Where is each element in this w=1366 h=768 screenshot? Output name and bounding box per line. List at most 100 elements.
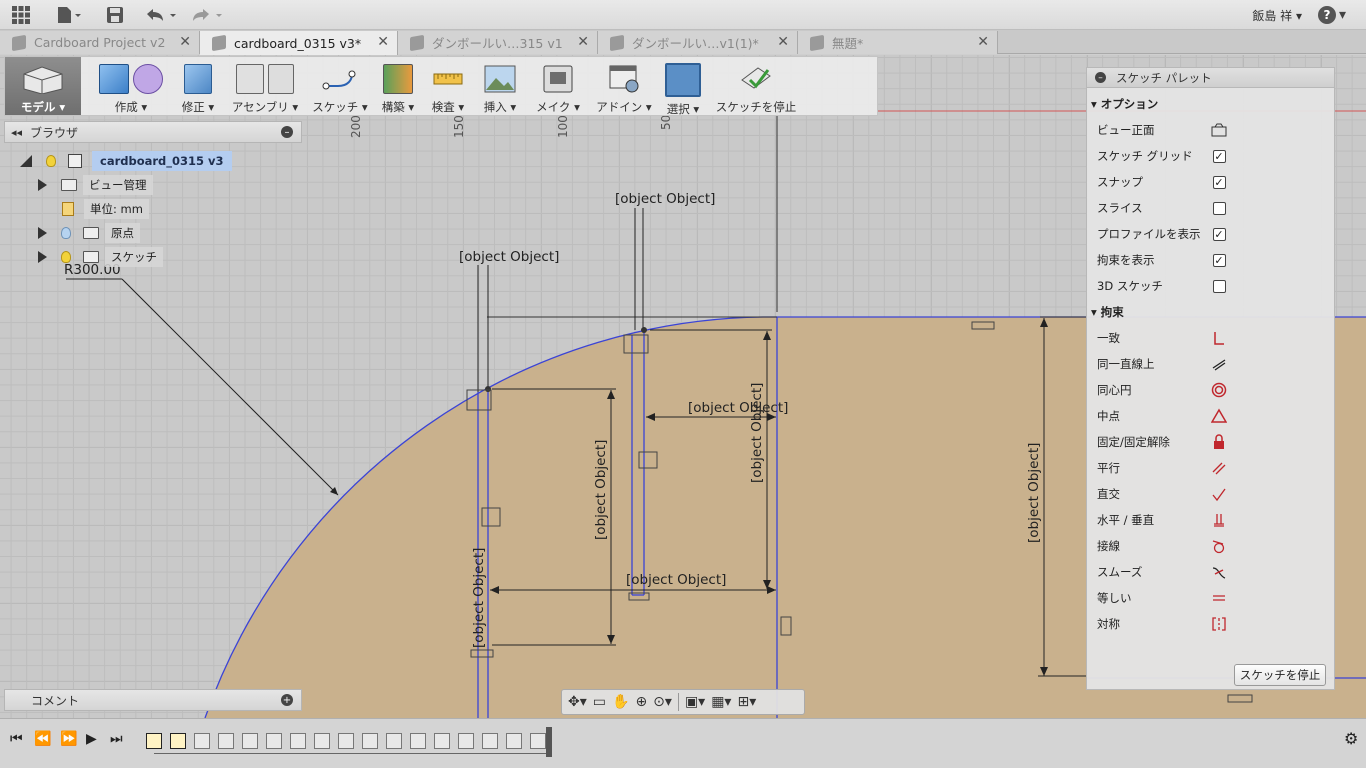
settings-gear-icon[interactable]: ⚙ bbox=[1344, 729, 1358, 748]
sketch-grid-checkbox[interactable]: ✓ bbox=[1212, 149, 1226, 163]
constraint-concentric[interactable]: 同心円 bbox=[1097, 377, 1325, 403]
option-show-profile[interactable]: プロファイルを表示 ✓ bbox=[1097, 221, 1325, 247]
tab-danboru-2[interactable]: ダンボールい…v1(1)* ✕ bbox=[598, 31, 798, 54]
expand-icon[interactable] bbox=[38, 227, 47, 239]
comment-panel-header[interactable]: コメント + bbox=[4, 689, 302, 711]
option-view-front[interactable]: ビュー正面 bbox=[1097, 117, 1325, 143]
inspect-menu[interactable]: 検査 ▾ bbox=[423, 57, 473, 115]
constraint-tangent[interactable]: 接線 bbox=[1097, 533, 1325, 559]
symmetry-icon[interactable] bbox=[1211, 616, 1227, 632]
file-icon[interactable] bbox=[54, 4, 84, 26]
timeline-sketch-icon[interactable] bbox=[146, 733, 162, 749]
lock-icon[interactable] bbox=[1211, 434, 1227, 450]
constraint-perpendicular[interactable]: 直交 bbox=[1097, 481, 1325, 507]
expand-icon[interactable] bbox=[38, 179, 47, 191]
tab-cardboard-0315[interactable]: cardboard_0315 v3* ✕ bbox=[200, 31, 398, 55]
tab-cardboard-project[interactable]: Cardboard Project v2 ✕ bbox=[0, 31, 200, 54]
timeline-feature-icon[interactable] bbox=[266, 733, 282, 749]
close-icon[interactable]: ✕ bbox=[377, 34, 389, 50]
option-3d-sketch[interactable]: 3D スケッチ bbox=[1097, 273, 1325, 299]
timeline-feature-icon[interactable] bbox=[314, 733, 330, 749]
3d-sketch-checkbox[interactable] bbox=[1212, 279, 1226, 293]
collapse-icon[interactable]: ◂◂ bbox=[11, 126, 22, 139]
timeline-feature-icon[interactable] bbox=[242, 733, 258, 749]
browser-item-origin[interactable]: 原点 bbox=[38, 222, 140, 244]
tab-danboru-1[interactable]: ダンボールい…315 v1 ✕ bbox=[398, 31, 598, 54]
constraint-parallel[interactable]: 平行 bbox=[1097, 455, 1325, 481]
timeline-feature-icon[interactable] bbox=[530, 733, 546, 749]
timeline-feature-icon[interactable] bbox=[434, 733, 450, 749]
select-menu[interactable]: 選択 ▾ bbox=[659, 57, 707, 116]
options-section[interactable]: ▾ オプション bbox=[1091, 91, 1319, 117]
browser-item-view[interactable]: ビュー管理 bbox=[38, 174, 153, 196]
fit-icon[interactable]: ⊙▾ bbox=[653, 694, 672, 710]
modify-menu[interactable]: 修正 ▾ bbox=[173, 57, 223, 115]
show-profile-checkbox[interactable]: ✓ bbox=[1212, 227, 1226, 241]
grid-icon[interactable] bbox=[10, 4, 32, 26]
timeline-feature-icon[interactable] bbox=[458, 733, 474, 749]
perpendicular-icon[interactable] bbox=[1211, 486, 1227, 502]
visibility-bulb-icon[interactable] bbox=[46, 155, 56, 167]
browser-item-units[interactable]: 単位: mm bbox=[62, 198, 149, 220]
redo-icon[interactable] bbox=[190, 4, 224, 26]
minus-icon[interactable]: – bbox=[281, 126, 293, 138]
browser-item-sketches[interactable]: スケッチ bbox=[38, 246, 163, 268]
view-front-icon[interactable] bbox=[1211, 122, 1227, 138]
go-to-end-icon[interactable]: ⏭ bbox=[110, 731, 123, 747]
stop-sketch-button[interactable]: スケッチを停止 bbox=[707, 57, 805, 115]
option-slice[interactable]: スライス bbox=[1097, 195, 1325, 221]
close-icon[interactable]: ✕ bbox=[977, 34, 989, 50]
help-icon[interactable]: ? ▾ bbox=[1318, 4, 1352, 26]
timeline-feature-icon[interactable] bbox=[194, 733, 210, 749]
equal-icon[interactable] bbox=[1211, 590, 1227, 606]
timeline-marker[interactable] bbox=[546, 727, 552, 757]
coincident-icon[interactable] bbox=[1211, 330, 1227, 346]
viewports-icon[interactable]: ⊞▾ bbox=[737, 694, 756, 710]
minus-icon[interactable]: – bbox=[1095, 72, 1106, 83]
timeline-feature-icon[interactable] bbox=[338, 733, 354, 749]
browser-panel-header[interactable]: ◂◂ ブラウザ – bbox=[4, 121, 302, 143]
orbit-icon[interactable]: ✥▾ bbox=[568, 694, 587, 710]
tangent-icon[interactable] bbox=[1211, 538, 1227, 554]
timeline-feature-icon[interactable] bbox=[362, 733, 378, 749]
expand-icon[interactable] bbox=[38, 251, 47, 263]
zoom-icon[interactable]: ⊕ bbox=[635, 694, 647, 710]
stop-sketch-palette-button[interactable]: スケッチを停止 bbox=[1234, 664, 1326, 686]
look-at-icon[interactable]: ▭ bbox=[593, 694, 606, 710]
undo-icon[interactable] bbox=[144, 4, 178, 26]
close-icon[interactable]: ✕ bbox=[577, 34, 589, 50]
make-menu[interactable]: メイク ▾ bbox=[527, 57, 589, 115]
timeline-sketch-icon[interactable] bbox=[170, 733, 186, 749]
timeline-feature-icon[interactable] bbox=[386, 733, 402, 749]
constraints-section[interactable]: ▾ 拘束 bbox=[1091, 299, 1319, 325]
timeline-feature-icon[interactable] bbox=[506, 733, 522, 749]
play-icon[interactable]: ▶ bbox=[86, 731, 97, 747]
pan-icon[interactable]: ✋ bbox=[612, 694, 629, 710]
collinear-icon[interactable] bbox=[1211, 356, 1227, 372]
user-menu[interactable]: 飯島 祥 ▾ bbox=[1252, 7, 1302, 24]
palette-header[interactable]: – スケッチ パレット bbox=[1087, 68, 1334, 88]
show-constraints-checkbox[interactable]: ✓ bbox=[1212, 253, 1226, 267]
slice-checkbox[interactable] bbox=[1212, 201, 1226, 215]
smooth-icon[interactable] bbox=[1211, 564, 1227, 580]
visibility-bulb-icon[interactable] bbox=[61, 251, 71, 263]
visibility-bulb-icon[interactable] bbox=[61, 227, 71, 239]
timeline-feature-icon[interactable] bbox=[218, 733, 234, 749]
tab-untitled[interactable]: 無題* ✕ bbox=[798, 31, 998, 54]
constraint-horizontal-vertical[interactable]: 水平 / 垂直 bbox=[1097, 507, 1325, 533]
construct-menu[interactable]: 構築 ▾ bbox=[373, 57, 423, 115]
constraint-midpoint[interactable]: 中点 bbox=[1097, 403, 1325, 429]
create-menu[interactable]: 作成 ▾ bbox=[89, 57, 173, 115]
concentric-icon[interactable] bbox=[1211, 382, 1227, 398]
constraint-collinear[interactable]: 同一直線上 bbox=[1097, 351, 1325, 377]
snap-checkbox[interactable]: ✓ bbox=[1212, 175, 1226, 189]
option-show-constraints[interactable]: 拘束を表示 ✓ bbox=[1097, 247, 1325, 273]
step-back-icon[interactable]: ⏪ bbox=[34, 731, 51, 747]
horizontal-vertical-icon[interactable] bbox=[1211, 512, 1227, 528]
sketch-menu[interactable]: スケッチ ▾ bbox=[307, 57, 373, 115]
constraint-coincident[interactable]: 一致 bbox=[1097, 325, 1325, 351]
constraint-equal[interactable]: 等しい bbox=[1097, 585, 1325, 611]
timeline-feature-icon[interactable] bbox=[482, 733, 498, 749]
close-icon[interactable]: ✕ bbox=[777, 34, 789, 50]
close-icon[interactable]: ✕ bbox=[179, 34, 191, 50]
